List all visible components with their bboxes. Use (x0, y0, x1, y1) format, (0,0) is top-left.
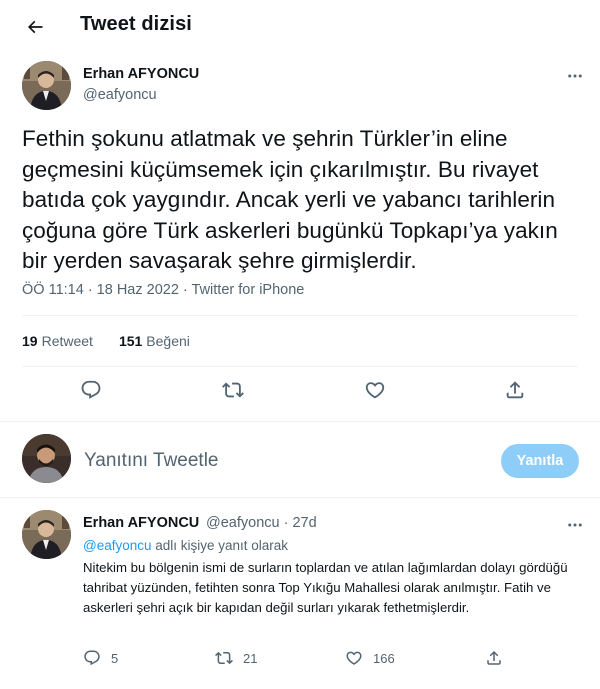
share-icon (487, 650, 501, 665)
reply-like-count: 166 (373, 650, 395, 666)
avatar[interactable] (22, 61, 71, 110)
reply-more-options-button[interactable] (565, 515, 585, 535)
like-stat[interactable]: 151 Beğeni (119, 333, 190, 349)
reply-retweet-count: 21 (243, 650, 258, 666)
reply-icon (84, 650, 100, 666)
retweet-icon (215, 651, 233, 665)
more-horizontal-icon (568, 74, 582, 78)
reply-reply-button[interactable]: 5 (83, 649, 118, 667)
reply-reply-count: 5 (111, 650, 119, 666)
reply-action-button[interactable] (80, 379, 102, 401)
divider (0, 497, 600, 498)
reply-author-handle[interactable]: @eafyoncu · 27d (206, 515, 317, 531)
tweet-text: Fethin şokunu atlatmak ve şehrin Türkler… (22, 126, 558, 273)
retweet-stat[interactable]: 19 Retweet (22, 333, 93, 349)
tweet-stats: 19 Retweet 151 Beğeni (22, 333, 210, 349)
author-handle[interactable]: @eafyoncu (83, 87, 157, 103)
like-action-button[interactable] (364, 379, 386, 401)
more-options-button[interactable] (565, 66, 585, 86)
like-label: Beğeni (146, 333, 190, 349)
reply-input[interactable]: Yanıtını Tweetle (84, 450, 219, 472)
reply-retweet-button[interactable]: 21 (215, 649, 257, 667)
reply-context: @eafyoncu adlı kişiye yanıt olarak (83, 538, 288, 553)
back-button[interactable] (20, 12, 50, 42)
author-name[interactable]: Erhan AFYONCU (83, 66, 199, 82)
page-title: Tweet dizisi (80, 13, 192, 35)
reply-context-handle[interactable]: @eafyoncu (83, 538, 152, 553)
reply-text: Nitekim bu bölgenin ismi de surların top… (83, 560, 568, 615)
divider (22, 315, 578, 316)
arrow-left-icon (27, 20, 43, 34)
heart-icon (346, 651, 362, 665)
tweet-meta[interactable]: ÖÖ 11:14 · 18 Haz 2022 · Twitter for iPh… (22, 282, 304, 298)
reply-share-button[interactable] (485, 649, 503, 667)
share-icon (506, 381, 524, 399)
reply-author-avatar[interactable] (22, 510, 71, 559)
retweet-action-button[interactable] (222, 379, 244, 401)
reply-icon (81, 380, 101, 399)
reply-submit-button[interactable]: Yanıtla (501, 444, 579, 478)
page-header: Tweet dizisi (0, 0, 600, 53)
divider (0, 421, 600, 422)
like-count: 151 (118, 333, 143, 349)
more-horizontal-icon (568, 523, 582, 527)
retweet-icon (222, 382, 244, 398)
retweet-count: 19 (22, 333, 38, 349)
reply-context-text: adlı kişiye yanıt olarak (151, 538, 289, 553)
reply-like-button[interactable]: 166 (345, 649, 395, 667)
current-user-avatar[interactable] (22, 434, 71, 483)
share-action-button[interactable] (504, 379, 526, 401)
heart-icon (365, 382, 385, 399)
divider (22, 366, 578, 367)
retweet-label: Retweet (41, 333, 93, 349)
reply-author-name[interactable]: Erhan AFYONCU (83, 515, 199, 531)
